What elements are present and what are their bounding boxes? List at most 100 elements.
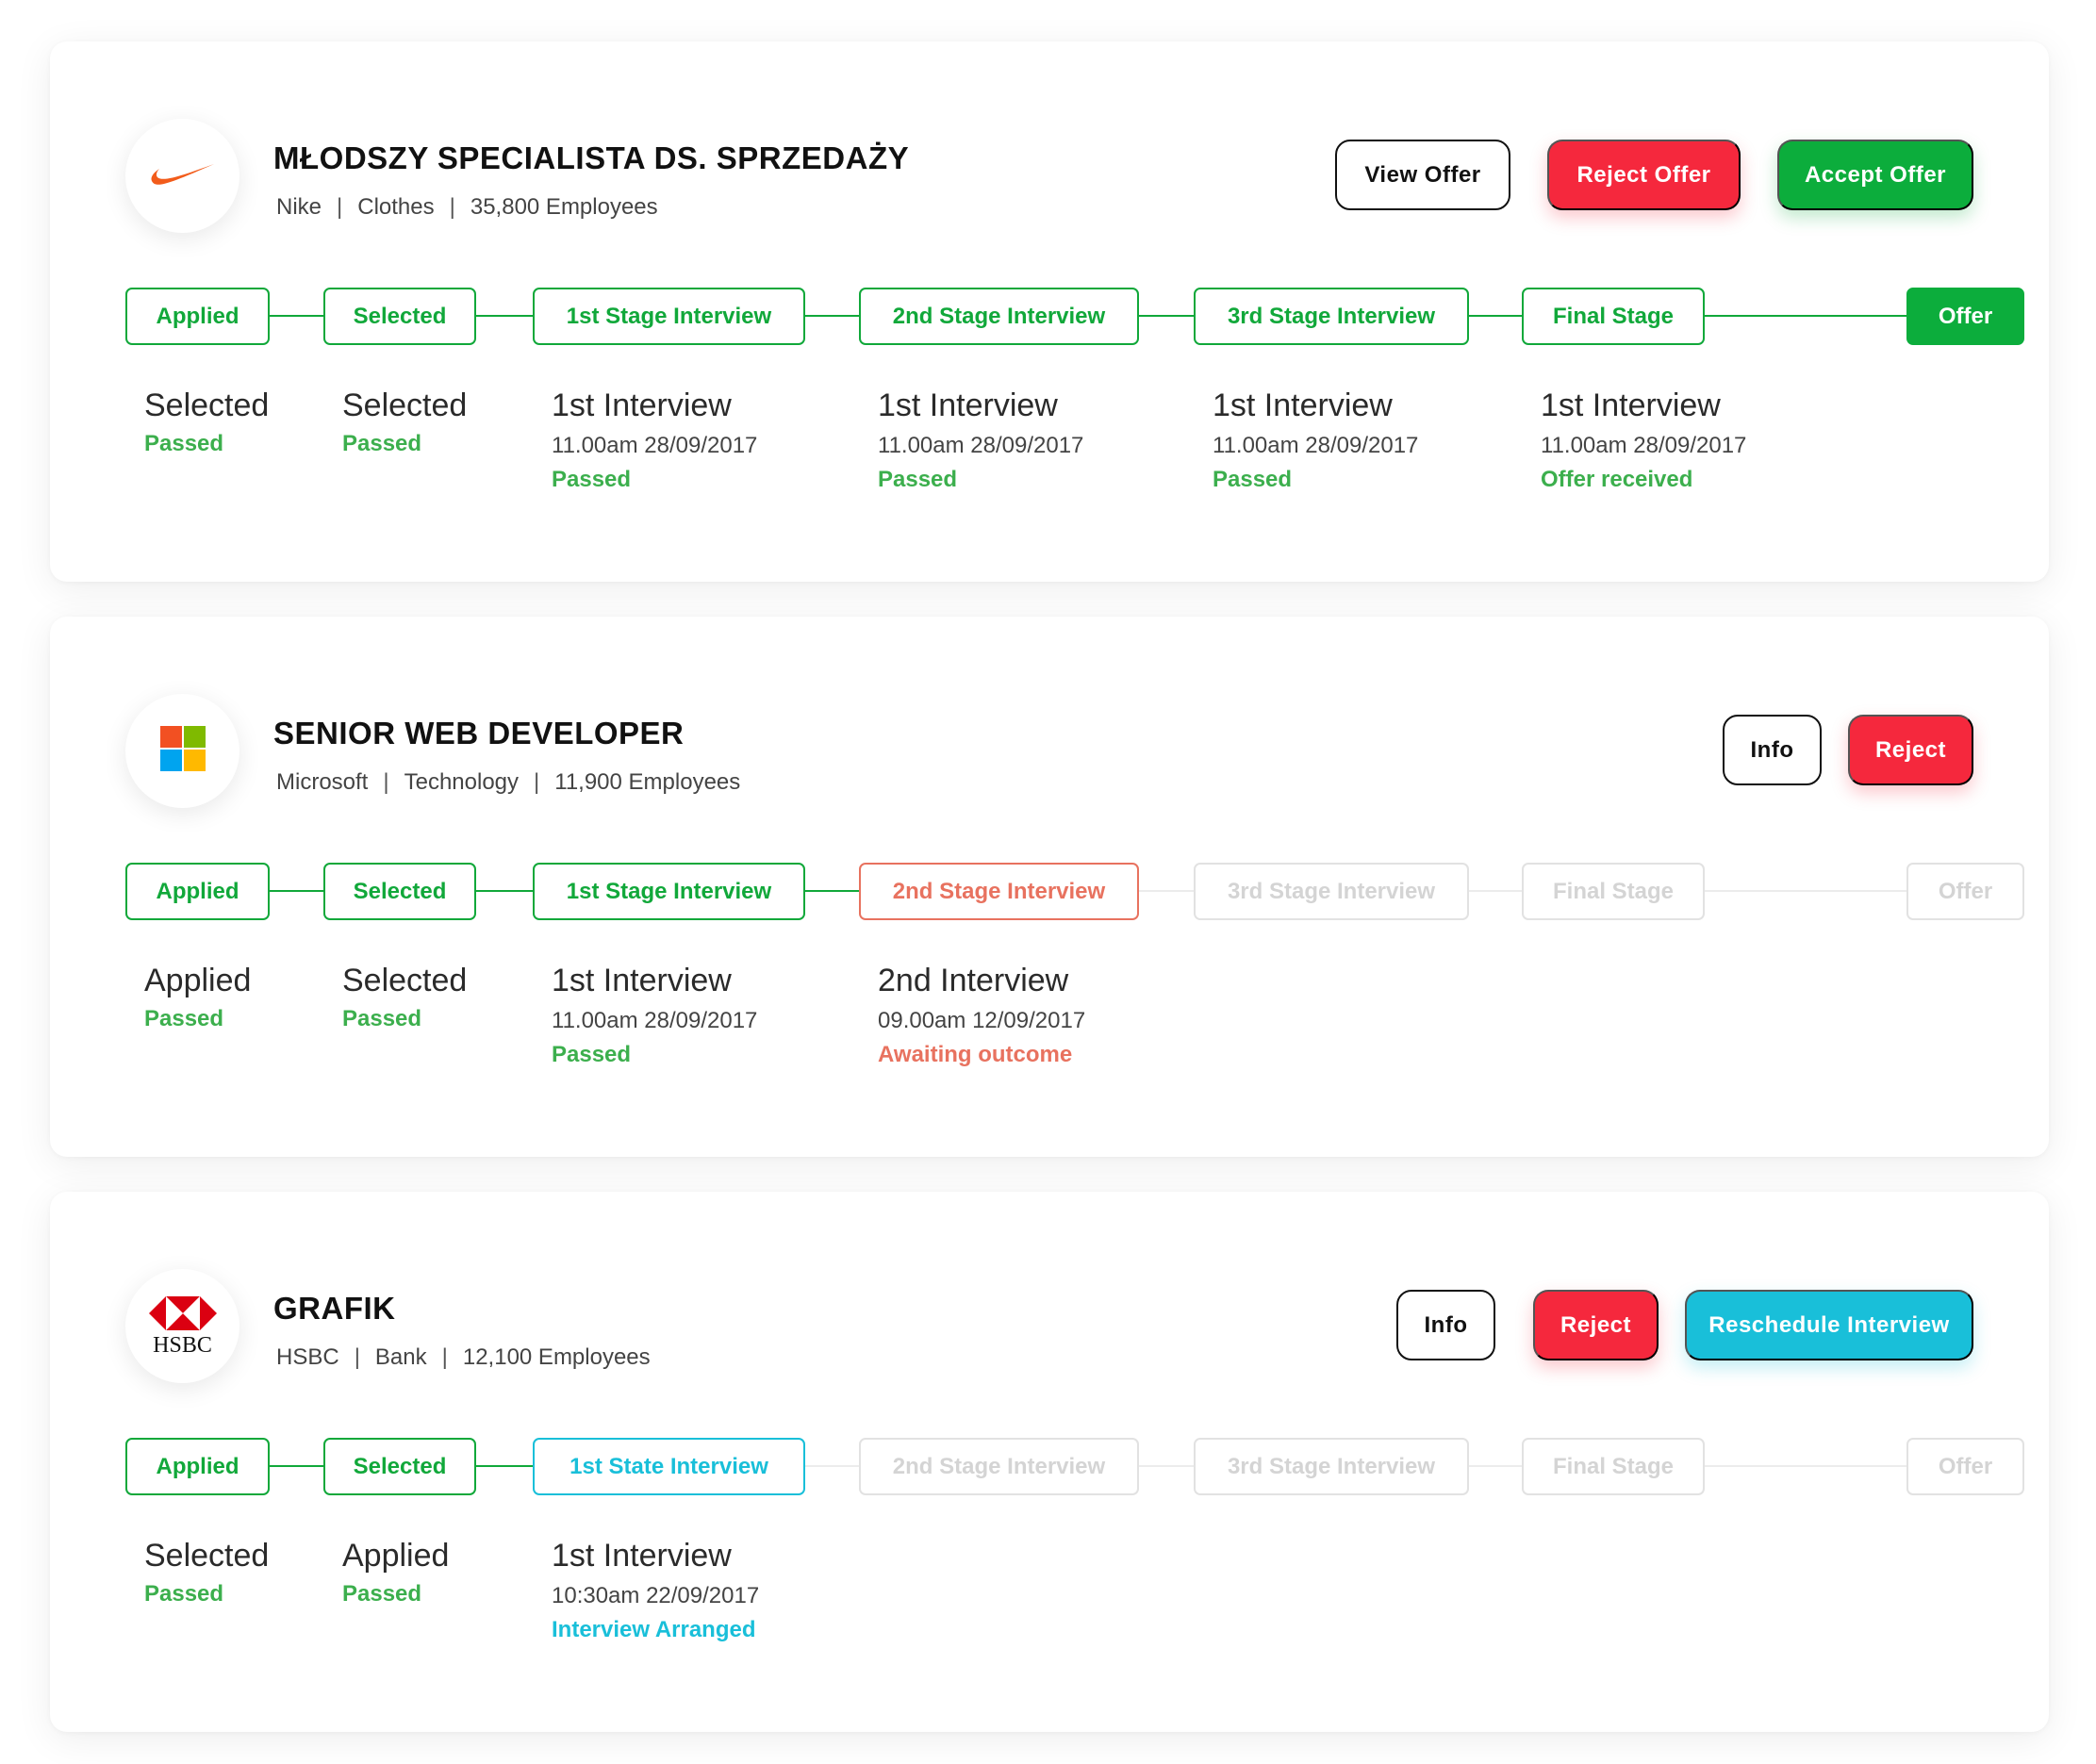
stage-3rd-stage-interview[interactable]: 3rd Stage Interview [1194, 288, 1469, 345]
stage-detail: Selected Passed [342, 962, 467, 1033]
detail-heading: 1st Interview [552, 387, 732, 423]
detail-status: Interview Arranged [552, 1617, 756, 1642]
job-card: MŁODSZY SPECIALISTA DS. SPRZEDAŻY Nike | Cl… [50, 41, 2049, 582]
stage-connector [1705, 315, 1906, 317]
stage-2nd-stage-interview[interactable]: 2nd Stage Interview [859, 288, 1139, 345]
detail-heading: 1st Interview [878, 387, 1058, 423]
company-logo [125, 119, 239, 233]
meta-separator: | [441, 1344, 448, 1370]
stage-applied[interactable]: Applied [125, 1438, 270, 1495]
stage-connector [1705, 1465, 1906, 1467]
stage-offer[interactable]: Offer [1906, 1438, 2024, 1495]
accept-offer-button[interactable]: Accept Offer [1777, 140, 1973, 210]
stage-connector [1469, 1465, 1522, 1467]
stage-connector [476, 890, 533, 892]
info-button[interactable]: Info [1723, 715, 1822, 785]
stage-connector [1139, 315, 1194, 317]
stage-connector [270, 315, 323, 317]
company-name: Microsoft [276, 769, 369, 795]
stage-final-stage[interactable]: Final Stage [1522, 288, 1705, 345]
stage-applied[interactable]: Applied [125, 288, 270, 345]
detail-heading: Selected [342, 387, 468, 423]
stage-detail: 1st Interview 11.00am 28/09/2017 Passed [552, 962, 757, 1069]
stage-connector [805, 890, 859, 892]
detail-heading: Selected [342, 963, 468, 998]
stage-detail: 1st Interview 11.00am 28/09/2017 Passed [1213, 387, 1418, 494]
company-meta: Nike | Clothes | 35,800 Employees [276, 194, 658, 221]
stage-2nd-stage-interview[interactable]: 2nd Stage Interview [859, 863, 1139, 920]
stage-selected[interactable]: Selected [323, 288, 476, 345]
detail-status: Passed [878, 467, 958, 492]
company-industry: Technology [404, 769, 520, 795]
detail-status: Passed [144, 1581, 224, 1607]
stage-detail: 1st Interview 11.00am 28/09/2017 Passed [878, 387, 1083, 494]
detail-status: Passed [552, 467, 632, 492]
detail-heading: Selected [144, 1538, 270, 1574]
stage-selected[interactable]: Selected [323, 1438, 476, 1495]
stage-1st-state-interview[interactable]: 1st State Interview [533, 1438, 805, 1495]
detail-status: Offer received [1541, 467, 1693, 492]
stage-detail: 2nd Interview 09.00am 12/09/2017 Awaiting … [878, 962, 1085, 1069]
stage-connector [270, 1465, 323, 1467]
job-title: GRAFIK [273, 1291, 396, 1326]
meta-separator: | [337, 194, 343, 220]
company-employees: 11,900 Employees [554, 769, 741, 795]
meta-separator: | [354, 1344, 360, 1370]
detail-time: 11.00am 28/09/2017 [552, 433, 758, 458]
stage-1st-stage-interview[interactable]: 1st Stage Interview [533, 863, 805, 920]
stage-pipeline: Applied Selected 1st Stage Interview 2nd St… [125, 863, 2024, 920]
hsbc-logo-icon: HSBC [148, 1295, 217, 1357]
stage-connector [805, 1465, 859, 1467]
stage-detail: 1st Interview 11.00am 28/09/2017 Offer rec… [1541, 387, 1746, 494]
company-logo: HSBC [125, 1269, 239, 1383]
stage-offer[interactable]: Offer [1906, 863, 2024, 920]
detail-time: 11.00am 28/09/2017 [1541, 433, 1747, 458]
detail-status: Passed [1213, 467, 1293, 492]
company-meta: HSBC | Bank | 12,100 Employees [276, 1344, 651, 1371]
stage-detail: Applied Passed [342, 1537, 449, 1608]
stage-applied[interactable]: Applied [125, 863, 270, 920]
job-card: HSBC GRAFIK HSBC | Bank | 12,100 Employees Info… [50, 1192, 2049, 1732]
detail-status: Passed [552, 1042, 632, 1067]
detail-status: Passed [342, 1581, 422, 1607]
stage-connector [476, 315, 533, 317]
stage-detail: Selected Passed [342, 387, 467, 458]
stage-offer[interactable]: Offer [1906, 288, 2024, 345]
stage-final-stage[interactable]: Final Stage [1522, 863, 1705, 920]
stage-1st-stage-interview[interactable]: 1st Stage Interview [533, 288, 805, 345]
company-name: HSBC [276, 1344, 339, 1370]
detail-time: 11.00am 28/09/2017 [878, 433, 1084, 458]
stage-connector [1139, 890, 1194, 892]
detail-heading: 1st Interview [552, 963, 732, 998]
detail-status: Passed [342, 431, 422, 456]
reschedule-interview-button[interactable]: Reschedule Interview [1685, 1290, 1973, 1360]
company-meta: Microsoft | Technology | 11,900 Employees [276, 769, 740, 796]
company-logo [125, 694, 239, 808]
stage-pipeline: Applied Selected 1st State Interview 2nd St… [125, 1438, 2024, 1495]
detail-heading: 2nd Interview [878, 963, 1069, 998]
detail-heading: Applied [342, 1538, 450, 1574]
info-button[interactable]: Info [1396, 1290, 1495, 1360]
stage-connector [270, 890, 323, 892]
job-title: MŁODSZY SPECIALISTA DS. SPRZEDAŻY [273, 140, 910, 175]
detail-heading: 1st Interview [552, 1538, 732, 1574]
stage-detail: Selected Passed [144, 1537, 269, 1608]
detail-status: Awaiting outcome [878, 1042, 1073, 1067]
stage-detail: 1st Interview 11.00am 28/09/2017 Passed [552, 387, 757, 494]
stage-selected[interactable]: Selected [323, 863, 476, 920]
meta-separator: | [449, 194, 455, 220]
stage-connector [1705, 890, 1906, 892]
stage-3rd-stage-interview[interactable]: 3rd Stage Interview [1194, 1438, 1469, 1495]
detail-status: Passed [144, 431, 224, 456]
view-offer-button[interactable]: View Offer [1335, 140, 1510, 210]
reject-offer-button[interactable]: Reject Offer [1547, 140, 1741, 210]
reject-button[interactable]: Reject [1848, 715, 1973, 785]
stage-final-stage[interactable]: Final Stage [1522, 1438, 1705, 1495]
job-title: SENIOR WEB DEVELOPER [273, 716, 685, 750]
detail-status: Passed [144, 1006, 224, 1031]
stage-connector [1139, 1465, 1194, 1467]
stage-2nd-stage-interview[interactable]: 2nd Stage Interview [859, 1438, 1139, 1495]
reject-button[interactable]: Reject [1533, 1290, 1659, 1360]
detail-time: 11.00am 28/09/2017 [1213, 433, 1419, 458]
stage-3rd-stage-interview[interactable]: 3rd Stage Interview [1194, 863, 1469, 920]
